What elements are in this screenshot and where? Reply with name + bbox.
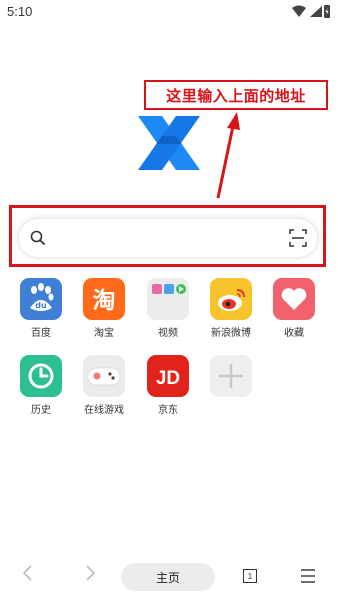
battery-icon: [324, 5, 330, 18]
forward-arrow-icon[interactable]: [80, 563, 100, 583]
shortcut-label: 淘宝: [94, 328, 114, 339]
tabs-button[interactable]: 1: [243, 569, 257, 583]
shortcut-video[interactable]: 视频: [140, 278, 196, 340]
shortcut-label: 百度: [31, 328, 51, 339]
status-bar: 5:10: [0, 0, 338, 24]
status-time: 5:10: [7, 4, 33, 19]
bottom-navigation: 主页 1: [0, 555, 338, 600]
search-bar[interactable]: [19, 219, 317, 257]
shortcut-taobao[interactable]: 淘 淘宝: [76, 278, 132, 340]
shortcut-weibo[interactable]: 新浪微博: [203, 278, 259, 340]
shortcut-label: 视频: [158, 328, 178, 339]
shortcut-label: 收藏: [284, 328, 304, 339]
annotation-text: 这里输入上面的地址: [166, 86, 306, 105]
wifi-icon: [292, 5, 306, 17]
baidu-icon: du: [20, 278, 62, 320]
shortcut-jd[interactable]: JD 京东: [140, 355, 196, 417]
shortcut-label: 京东: [158, 405, 178, 416]
home-button[interactable]: 主页: [121, 563, 215, 591]
scan-icon[interactable]: [289, 229, 307, 247]
annotation-callout: 这里输入上面的地址: [144, 80, 328, 110]
shortcut-favorites[interactable]: 收藏: [266, 278, 322, 340]
shortcut-label: 历史: [31, 405, 51, 416]
jd-icon: JD: [147, 355, 189, 397]
menu-icon[interactable]: [300, 568, 316, 584]
weibo-icon: [210, 278, 252, 320]
search-icon: [30, 230, 45, 245]
signal-icon: [310, 6, 322, 17]
shortcut-online-games[interactable]: 在线游戏: [76, 355, 132, 417]
shortcut-add[interactable]: [203, 355, 259, 417]
search-input[interactable]: [53, 223, 273, 253]
svg-text:JD: JD: [156, 368, 180, 389]
shortcut-baidu[interactable]: du 百度: [13, 278, 69, 340]
svg-text:du: du: [35, 301, 47, 310]
shortcut-label: 新浪微博: [211, 328, 251, 339]
app-logo: [138, 116, 200, 170]
taobao-icon: 淘: [83, 278, 125, 320]
shortcut-label: 在线游戏: [84, 405, 124, 416]
video-folder-icon: [147, 278, 189, 320]
back-arrow-icon[interactable]: [18, 563, 38, 583]
clock-icon: [20, 355, 62, 397]
heart-icon: [273, 278, 315, 320]
gamepad-icon: [83, 355, 125, 397]
svg-text:淘: 淘: [93, 287, 116, 314]
status-icons: [292, 5, 330, 18]
plus-icon: [210, 355, 252, 397]
shortcut-history[interactable]: 历史: [13, 355, 69, 417]
